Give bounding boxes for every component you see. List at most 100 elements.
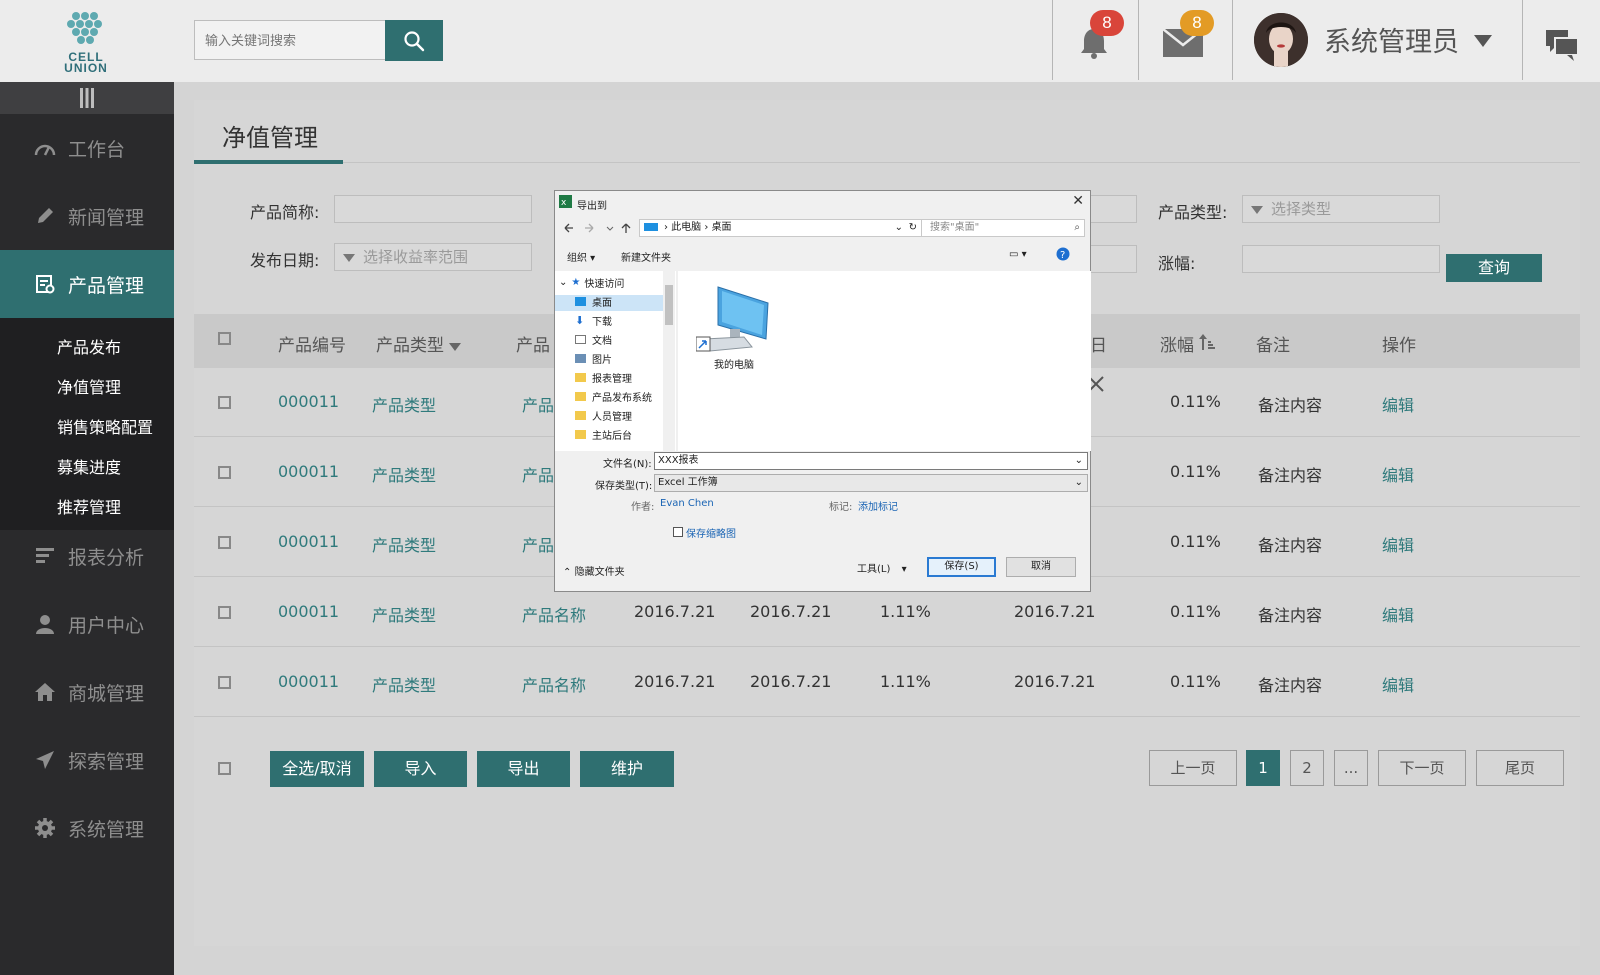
add-tags-link[interactable]: 添加标记 — [858, 498, 898, 513]
tree-item-folder[interactable]: 产品发布系统 — [575, 389, 652, 404]
tree-item-documents[interactable]: 文档 — [575, 332, 612, 347]
username[interactable]: 系统管理员 — [1324, 20, 1459, 59]
chevron-down-icon[interactable]: ⌄ — [1075, 453, 1083, 469]
view-options-button[interactable]: ▭ ▾ — [1009, 249, 1027, 260]
product-short-input[interactable] — [334, 195, 532, 223]
sidebar-item-explore[interactable]: 探索管理 — [0, 726, 174, 794]
col-remarks[interactable]: 备注 — [1256, 331, 1290, 356]
hide-folders-toggle[interactable]: ⌃ 隐藏文件夹 — [563, 563, 625, 578]
col-product-id[interactable]: 产品编号 — [278, 331, 346, 356]
filename-input[interactable]: XXX报表 ⌄ — [654, 452, 1088, 470]
tree-item-folder[interactable]: 报表管理 — [575, 370, 632, 385]
cell-product-type[interactable]: 产品类型 — [372, 392, 436, 416]
col-product-name[interactable]: 产品 — [516, 331, 550, 356]
import-button[interactable]: 导入 — [374, 751, 467, 787]
file-item-my-computer[interactable]: 我的电脑 — [694, 281, 774, 371]
chat-button[interactable] — [1545, 28, 1579, 67]
select-all-button[interactable]: 全选/取消 — [270, 751, 364, 787]
query-button[interactable]: 查询 — [1446, 254, 1542, 282]
cell-product-type[interactable]: 产品类型 — [372, 532, 436, 556]
sidebar-item-users[interactable]: 用户中心 — [0, 590, 174, 658]
submenu-item-sales-strategy[interactable]: 销售策略配置 — [57, 414, 153, 438]
scrollbar-thumb[interactable] — [665, 285, 673, 325]
cell-product-name[interactable]: 产品 — [522, 462, 554, 486]
save-thumbnail-label[interactable]: 保存缩略图 — [686, 525, 736, 540]
page-2-button[interactable]: 2 — [1290, 750, 1324, 786]
tools-menu[interactable]: 工具(L) ▾ — [857, 560, 907, 575]
avatar[interactable] — [1254, 13, 1308, 67]
address-bar[interactable]: › 此电脑 › 桌面 ⌄ ↻ — [639, 219, 922, 237]
dialog-close-button[interactable]: ✕ — [1072, 193, 1084, 209]
col-actions[interactable]: 操作 — [1382, 331, 1416, 356]
maintain-button[interactable]: 维护 — [580, 751, 674, 787]
table-row[interactable]: 000011 产品类型 产品名称 2016.7.21 2016.7.21 1.1… — [194, 648, 1580, 717]
tree-item-folder[interactable]: 主站后台 — [575, 427, 632, 442]
chevron-down-icon[interactable]: ⌄ — [1075, 475, 1083, 491]
submenu-item-fundraising[interactable]: 募集进度 — [57, 454, 121, 478]
sidebar-item-system[interactable]: 系统管理 — [0, 794, 174, 862]
page-title[interactable]: 净值管理 — [222, 118, 318, 153]
cell-product-id[interactable]: 000011 — [278, 392, 339, 411]
cancel-button[interactable]: 取消 — [1006, 557, 1076, 577]
cell-product-name[interactable]: 产品 — [522, 392, 554, 416]
col-change[interactable]: 涨幅 — [1160, 331, 1216, 356]
publish-date-select[interactable]: 选择收益率范围 — [334, 243, 532, 271]
export-button[interactable]: 导出 — [477, 751, 570, 787]
cell-product-id[interactable]: 000011 — [278, 532, 339, 551]
refresh-icon[interactable]: ↻ — [909, 220, 917, 236]
help-icon[interactable]: ? — [1056, 247, 1070, 261]
tree-item-downloads[interactable]: ⬇ 下载 — [575, 313, 612, 328]
tree-item-desktop[interactable]: 桌面 — [575, 294, 612, 309]
sidebar-item-news[interactable]: 新闻管理 — [0, 182, 174, 250]
author-value[interactable]: Evan Chen — [660, 498, 714, 509]
sidebar-item-products[interactable]: 产品管理 — [0, 250, 174, 318]
edit-link[interactable]: 编辑 — [1382, 672, 1414, 696]
next-page-button[interactable]: 下一页 — [1378, 750, 1466, 786]
cell-product-type[interactable]: 产品类型 — [372, 602, 436, 626]
path-this-pc[interactable]: 此电脑 — [671, 222, 701, 233]
tree-item-folder[interactable]: 人员管理 — [575, 408, 632, 423]
tree-item-quick-access[interactable]: ⌄ ★ 快速访问 — [559, 275, 624, 290]
prev-page-button[interactable]: 上一页 — [1149, 750, 1237, 786]
col-product-type[interactable]: 产品类型 — [376, 331, 462, 356]
search-button[interactable] — [385, 20, 443, 61]
edit-link[interactable]: 编辑 — [1382, 532, 1414, 556]
user-menu-dropdown[interactable] — [1474, 34, 1492, 52]
organize-menu[interactable]: 组织 ▾ — [567, 249, 595, 264]
cell-product-id[interactable]: 000011 — [278, 602, 339, 621]
cell-product-type[interactable]: 产品类型 — [372, 672, 436, 696]
row-checkbox[interactable] — [218, 536, 231, 549]
edit-link[interactable]: 编辑 — [1382, 462, 1414, 486]
edit-link[interactable]: 编辑 — [1382, 602, 1414, 626]
cell-product-type[interactable]: 产品类型 — [372, 462, 436, 486]
cell-union-logo[interactable]: CELL UNION — [46, 8, 126, 74]
sidebar-item-mall[interactable]: 商城管理 — [0, 658, 174, 726]
hidden-field[interactable] — [1090, 195, 1137, 223]
chevron-down-icon[interactable]: ⌄ — [895, 220, 903, 236]
row-checkbox[interactable] — [218, 606, 231, 619]
edit-link[interactable]: 编辑 — [1382, 392, 1414, 416]
change-input[interactable] — [1242, 245, 1440, 273]
sidebar-item-dashboard[interactable]: 工作台 — [0, 114, 174, 182]
search-input[interactable] — [194, 20, 386, 60]
cell-product-name[interactable]: 产品 — [522, 532, 554, 556]
product-type-select[interactable]: 选择类型 — [1242, 195, 1440, 223]
submenu-item-product-publish[interactable]: 产品发布 — [57, 334, 121, 358]
path-desktop[interactable]: 桌面 — [712, 222, 732, 233]
sidebar-item-reports[interactable]: 报表分析 — [0, 522, 174, 590]
select-all-checkbox[interactable] — [218, 332, 231, 345]
sidebar-toggle[interactable] — [0, 82, 174, 114]
submenu-item-recommend[interactable]: 推荐管理 — [57, 494, 121, 518]
tree-scrollbar[interactable] — [663, 271, 675, 451]
row-checkbox[interactable] — [218, 396, 231, 409]
cell-product-name[interactable]: 产品名称 — [522, 602, 586, 626]
filetype-select[interactable]: Excel 工作簿 ⌄ — [654, 474, 1088, 492]
row-checkbox[interactable] — [218, 466, 231, 479]
cell-product-name[interactable]: 产品名称 — [522, 672, 586, 696]
submenu-item-net-value[interactable]: 净值管理 — [57, 374, 121, 398]
save-thumbnail-checkbox[interactable] — [673, 527, 683, 537]
nav-arrows-icon[interactable] — [563, 221, 633, 235]
cell-product-id[interactable]: 000011 — [278, 462, 339, 481]
hidden-field[interactable] — [1090, 245, 1137, 273]
new-folder-button[interactable]: 新建文件夹 — [621, 249, 671, 264]
